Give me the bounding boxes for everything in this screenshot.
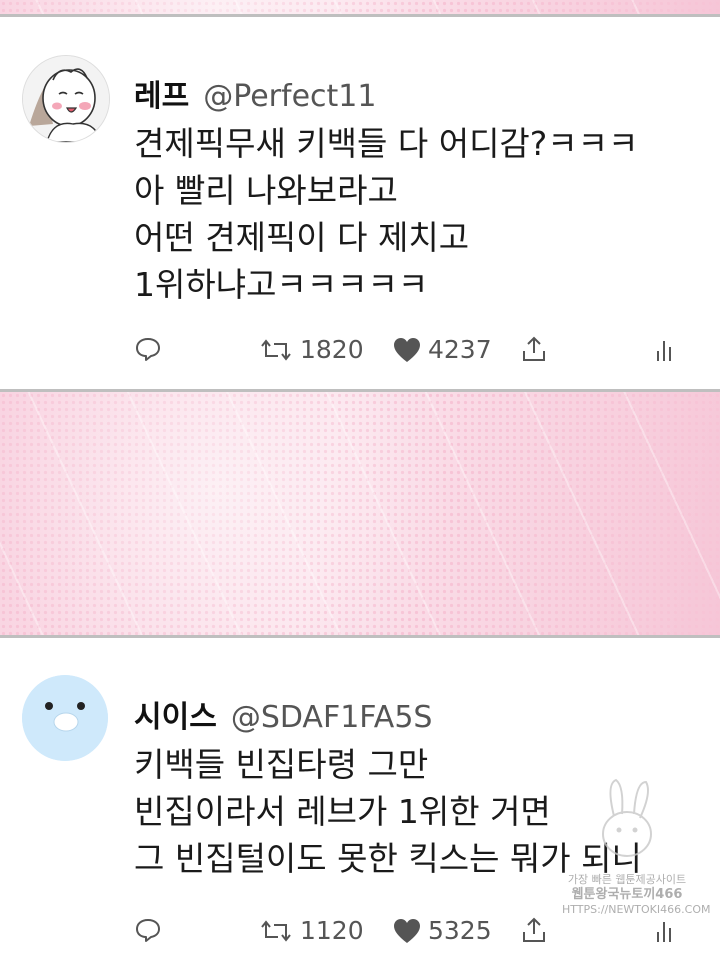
display-name[interactable]: 레프 bbox=[134, 79, 189, 114]
rabbit-logo-icon bbox=[602, 778, 652, 857]
analytics-button[interactable] bbox=[654, 335, 678, 363]
analytics-icon bbox=[657, 922, 671, 942]
reply-button[interactable] bbox=[134, 916, 162, 944]
retweet-icon bbox=[261, 338, 291, 361]
pink-background-panel bbox=[0, 392, 720, 636]
reply-icon bbox=[136, 338, 160, 361]
tweet-actions: 1120 5325 bbox=[0, 916, 720, 956]
tweet-header: 시이스 @SDAF1FA5S bbox=[134, 692, 432, 736]
retweet-button[interactable]: 1820 bbox=[258, 335, 364, 364]
user-handle[interactable]: @SDAF1FA5S bbox=[231, 700, 433, 735]
tweet-text: 견제픽무새 키백들 다 어디감?ㅋㅋㅋ 아 빨리 나와보라고 어떤 견제픽이 다… bbox=[134, 120, 704, 308]
display-name[interactable]: 시이스 bbox=[134, 700, 217, 735]
retweet-count: 1820 bbox=[300, 335, 364, 364]
analytics-button[interactable] bbox=[654, 916, 678, 944]
watermark-url: HTTPS://NEWTOKI466.COM bbox=[562, 903, 711, 916]
pink-background-strip-top bbox=[0, 0, 720, 14]
tweet-actions: 1820 4237 bbox=[0, 335, 720, 375]
user-handle[interactable]: @Perfect11 bbox=[203, 79, 376, 114]
retweet-count: 1120 bbox=[300, 916, 364, 945]
analytics-icon bbox=[657, 341, 671, 361]
tweet-line: 1위하냐고ㅋㅋㅋㅋㅋ bbox=[134, 265, 429, 304]
share-icon bbox=[523, 336, 545, 361]
tweet-line: 어떤 견제픽이 다 제치고 bbox=[134, 218, 470, 257]
retweet-icon bbox=[261, 919, 291, 942]
share-button[interactable] bbox=[520, 335, 548, 363]
like-button[interactable]: 5325 bbox=[392, 916, 492, 945]
site-watermark: 가장 빠른 웹툰제공사이트 웹툰왕국뉴토끼466 HTTPS://NEWTOKI… bbox=[562, 776, 711, 917]
share-icon bbox=[523, 917, 545, 942]
heart-icon bbox=[394, 337, 420, 362]
watermark-line: 웹툰왕국뉴토끼466 bbox=[571, 887, 683, 902]
tweet-header: 레프 @Perfect11 bbox=[134, 71, 376, 115]
tweet-line: 아 빨리 나와보라고 bbox=[134, 171, 398, 210]
like-count: 5325 bbox=[428, 916, 492, 945]
retweet-button[interactable]: 1120 bbox=[258, 916, 364, 945]
tweet-card: 레프 @Perfect11 견제픽무새 키백들 다 어디감?ㅋㅋㅋ 아 빨리 나와… bbox=[0, 17, 720, 390]
reply-button[interactable] bbox=[134, 335, 162, 363]
watermark-line: 가장 빠른 웹툰제공사이트 bbox=[567, 873, 687, 886]
like-button[interactable]: 4237 bbox=[392, 335, 492, 364]
surprised-face-avatar[interactable] bbox=[22, 675, 108, 761]
tweet-line: 견제픽무새 키백들 다 어디감?ㅋㅋㅋ bbox=[134, 124, 639, 163]
share-button[interactable] bbox=[520, 916, 548, 944]
reply-icon bbox=[136, 919, 160, 942]
like-count: 4237 bbox=[428, 335, 492, 364]
heart-icon bbox=[394, 918, 420, 943]
cartoon-character-avatar[interactable] bbox=[22, 55, 110, 143]
